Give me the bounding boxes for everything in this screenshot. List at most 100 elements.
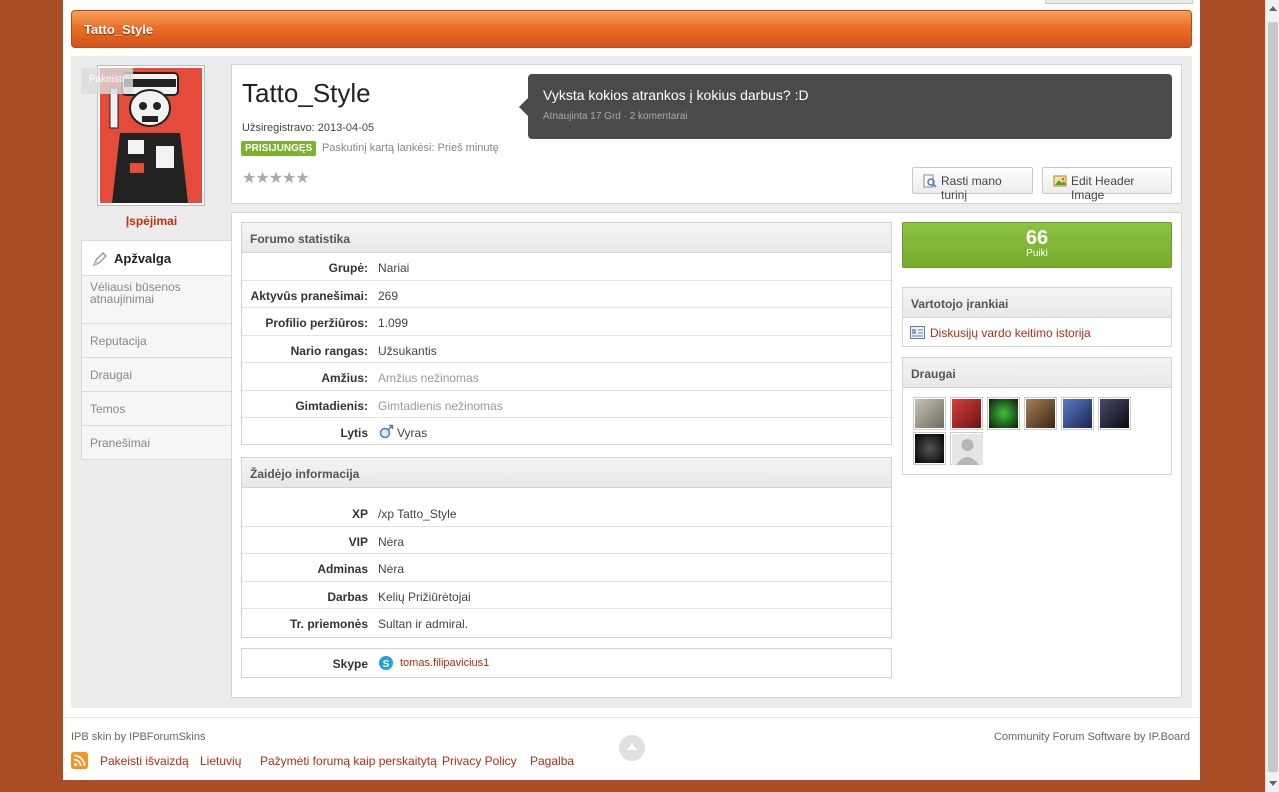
tab-overview[interactable]: Apžvalga [81,240,232,276]
name-history-link[interactable]: Diskusijų vardo keitimo istorija [903,318,1171,346]
mark-read-link[interactable]: Pažymėti forumą kaip perskaitytą [260,754,437,768]
friend-avatar[interactable] [913,432,946,465]
tab-status-updates[interactable]: Vėliausi būsenos atnaujinimai [81,276,232,324]
player-row: Tr. priemonės Sultan ir admiral. [242,609,891,637]
tab-overview-label: Apžvalga [114,251,172,266]
contact-row: Skype S tomas.filipavicius1 [242,649,891,677]
friend-avatar-image [1026,399,1055,428]
skype-icon: S [379,656,393,670]
name-history-label: Diskusijų vardo keitimo istorija [930,326,1091,340]
friend-avatar[interactable] [1024,397,1057,430]
friend-avatar[interactable] [913,397,946,430]
change-theme-link[interactable]: Pakeisti išvaizdą [100,754,189,768]
stats-row-value: 269 [378,288,399,303]
player-row-label: VIP [348,534,368,549]
profile-header: Tatto_Style Užsiregistravo: 2013-04-05 P… [231,64,1182,204]
last-visit: Paskutinį kartą lankėsi: Prieš minutę [322,142,499,154]
tab-posts[interactable]: Pranešimai [81,426,232,460]
stats-row: Aktyvūs pranešimai: 269 [242,281,891,308]
ipb-credit[interactable]: Community Forum Software by IP.Board [994,731,1190,743]
stats-row: Profilio peržiūros: 1.099 [242,308,891,336]
stats-row-value: Nariai [378,261,410,275]
profile-title-bar: Tatto_Style [71,10,1192,48]
player-row-label: Tr. priemonės [289,617,368,631]
friend-avatar-image [915,434,944,463]
search-document-icon [923,174,937,188]
tab-friends-label: Draugai [90,368,133,382]
skype-link[interactable]: tomas.filipavicius1 [400,657,489,669]
player-row-value: Kelių Prižiūrėtojai [378,589,471,604]
scroll-up-icon[interactable] [1269,6,1277,11]
edit-header-button[interactable]: Edit Header Image [1042,167,1172,202]
friend-avatar[interactable] [950,397,983,430]
status-bubble[interactable]: Vyksta kokios atrankos į kokius darbus? … [519,74,1172,139]
id-card-icon [910,326,925,339]
contact-section: Skype S tomas.filipavicius1 [241,648,892,678]
scroll-down-icon[interactable] [1269,781,1277,786]
stats-row-value: Užsukantis [378,343,437,358]
forum-stats-section: Forumo statistika Grupė: Nariai Aktyvūs p… [241,222,892,445]
stats-row-label: Profilio peržiūros: [265,316,368,330]
stats-row-label: Aktyvūs pranešimai: [250,288,368,303]
rss-icon[interactable] [71,752,88,769]
friend-avatar[interactable] [1061,397,1094,430]
skin-credit[interactable]: IPB skin by IPBForumSkins [71,731,206,743]
tab-reputation-label: Reputacija [90,334,147,348]
change-photo-button[interactable]: Pakeisti [81,68,133,94]
user-tools-title: Vartotojo įrankiai [903,288,1171,318]
forum-stats-title: Forumo statistika [242,223,891,253]
joined-date: Užsiregistravo: 2013-04-05 [242,122,375,134]
back-to-top-button[interactable] [619,735,645,761]
skype-label: Skype [332,657,368,671]
stats-row: Amžius: Amžius nežinomas [242,363,891,391]
friend-avatar-image [989,399,1018,428]
tab-reputation[interactable]: Reputacija [81,324,232,358]
user-tools-box: Vartotojo įrankiai Diskusijų vardo keiti… [902,287,1172,347]
warnings-link[interactable]: Įspėjimai [80,214,223,228]
friend-avatar-default[interactable] [950,432,983,465]
edit-header-label: Edit Header Image [1071,174,1135,202]
friend-avatar[interactable] [1098,397,1131,430]
stats-row-value: 1.099 [378,316,409,330]
footer-divider [63,717,1200,718]
stats-row: Grupė: Nariai [242,253,891,281]
find-content-button[interactable]: Rasti mano turinį [912,167,1033,202]
stats-row: Gimtadienis: Gimtadienis nežinomas [242,391,891,418]
tab-friends[interactable]: Draugai [81,358,232,392]
scrollbar-thumb[interactable] [1268,22,1278,772]
status-text: Vyksta kokios atrankos į kokius darbus? … [543,87,809,103]
friends-title: Draugai [903,358,1171,388]
player-info-section: Žaidėjo informacija XP/xp Tatto_Style VI… [241,457,892,638]
stats-row-label: Nario rangas: [290,343,368,358]
friend-avatar-image [952,399,981,428]
language-link[interactable]: Lietuvių [200,754,241,768]
stats-row-value: Vyras [397,426,428,440]
status-meta[interactable]: Atnaujinta 17 Grd · 2 komentarai [543,111,688,122]
player-row-value: Sultan ir admiral. [378,617,469,631]
player-row: VIP Nėra [242,527,891,554]
stats-row-value: Gimtadienis nežinomas [378,398,503,413]
tab-topics-label: Temos [90,402,126,416]
online-badge: PRISIJUNGĘS [241,141,317,156]
svg-text:S: S [383,659,390,670]
friend-avatar[interactable] [987,397,1020,430]
reputation-box: 66 Puiki [902,222,1172,268]
privacy-policy-link[interactable]: Privacy Policy [442,754,517,768]
male-icon [379,424,394,439]
stats-row: Nario rangas: Užsukantis [242,336,891,363]
top-tab[interactable] [1045,0,1193,4]
scrollbar[interactable] [1265,0,1279,792]
player-info-title: Žaidėjo informacija [242,458,891,488]
default-user-icon [952,434,983,465]
profile-tabs: Apžvalga Vėliausi būsenos atnaujinimai R… [81,240,232,460]
tab-topics[interactable]: Temos [81,392,232,426]
reputation-label: Puiki [1026,248,1048,259]
reputation-value: 66 [1025,227,1049,249]
stats-row-label: Grupė: [328,261,368,275]
username: Tatto_Style [242,78,371,108]
player-row-value: /xp Tatto_Style [378,507,457,521]
player-row-value: Nėra [378,562,405,576]
help-link[interactable]: Pagalba [530,754,574,768]
find-content-label: Rasti mano turinį [941,174,1002,202]
rating-stars[interactable]: ★★★★★ [242,168,310,188]
